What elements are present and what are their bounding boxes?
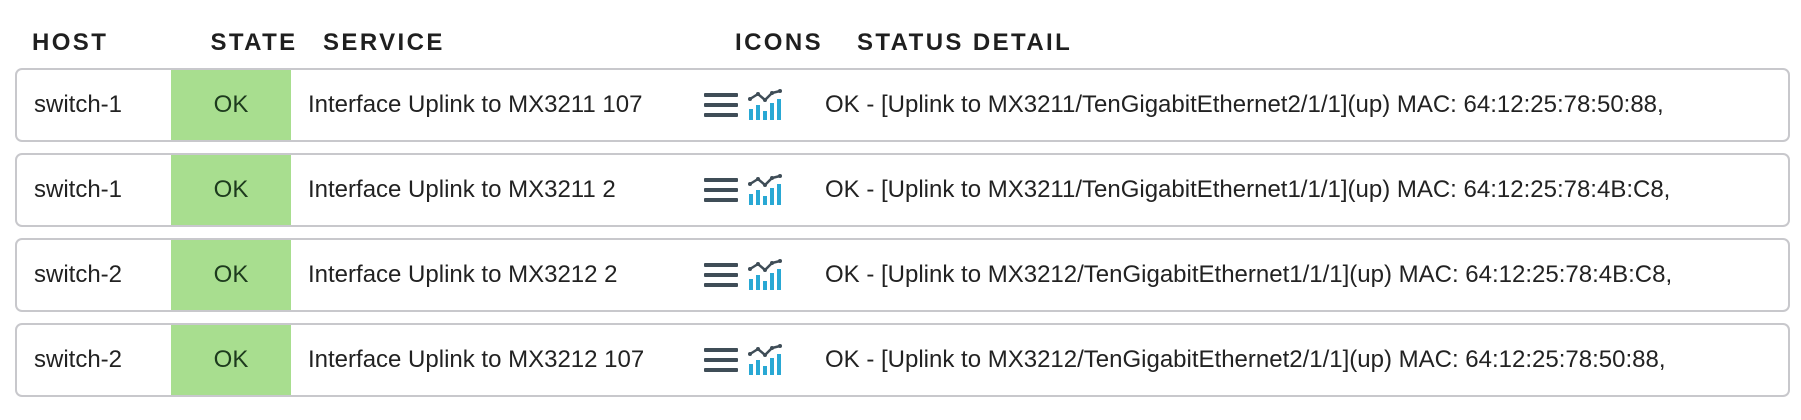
table-row: switch-2 OK Interface Uplink to MX3212 2… bbox=[15, 238, 1790, 312]
service-cell[interactable]: Interface Uplink to MX3212 107 bbox=[291, 325, 703, 395]
state-badge: OK bbox=[171, 155, 291, 225]
service-cell[interactable]: Interface Uplink to MX3211 107 bbox=[291, 70, 703, 140]
host-cell[interactable]: switch-1 bbox=[17, 70, 171, 140]
table-body: switch-1 OK Interface Uplink to MX3211 1… bbox=[15, 68, 1790, 397]
graph-icon[interactable] bbox=[747, 174, 783, 206]
icons-cell bbox=[703, 70, 825, 140]
menu-icon[interactable] bbox=[703, 344, 739, 376]
status-detail-cell: OK - [Uplink to MX3212/TenGigabitEtherne… bbox=[825, 346, 1666, 373]
graph-icon[interactable] bbox=[747, 89, 783, 121]
menu-icon[interactable] bbox=[703, 259, 739, 291]
status-detail-cell: OK - [Uplink to MX3211/TenGigabitEtherne… bbox=[825, 91, 1664, 118]
header-state[interactable]: STATE bbox=[185, 29, 323, 57]
header-icons: ICONS bbox=[735, 29, 824, 56]
service-cell[interactable]: Interface Uplink to MX3211 2 bbox=[291, 155, 703, 225]
menu-icon[interactable] bbox=[703, 89, 739, 121]
status-detail-cell: OK - [Uplink to MX3212/TenGigabitEtherne… bbox=[825, 261, 1673, 288]
table-row: switch-1 OK Interface Uplink to MX3211 2… bbox=[15, 153, 1790, 227]
status-detail-cell: OK - [Uplink to MX3211/TenGigabitEtherne… bbox=[825, 176, 1671, 203]
icons-cell bbox=[703, 325, 825, 395]
host-cell[interactable]: switch-2 bbox=[17, 240, 171, 310]
header-host[interactable]: HOST bbox=[15, 29, 185, 57]
services-table: HOST STATE SERVICE ICONS STATUS DETAIL s… bbox=[15, 26, 1790, 408]
table-row: switch-2 OK Interface Uplink to MX3212 1… bbox=[15, 323, 1790, 397]
graph-icon[interactable] bbox=[747, 259, 783, 291]
icons-cell bbox=[703, 240, 825, 310]
menu-icon[interactable] bbox=[703, 174, 739, 206]
graph-icon[interactable] bbox=[747, 344, 783, 376]
state-badge: OK bbox=[171, 240, 291, 310]
service-cell[interactable]: Interface Uplink to MX3212 2 bbox=[291, 240, 703, 310]
host-cell[interactable]: switch-2 bbox=[17, 325, 171, 395]
table-header: HOST STATE SERVICE ICONS STATUS DETAIL bbox=[15, 26, 1790, 60]
header-service[interactable]: SERVICE bbox=[323, 29, 735, 57]
table-row: switch-1 OK Interface Uplink to MX3211 1… bbox=[15, 68, 1790, 142]
icons-cell bbox=[703, 155, 825, 225]
header-status-detail[interactable]: STATUS DETAIL bbox=[857, 29, 1790, 57]
state-badge: OK bbox=[171, 70, 291, 140]
host-cell[interactable]: switch-1 bbox=[17, 155, 171, 225]
state-badge: OK bbox=[171, 325, 291, 395]
